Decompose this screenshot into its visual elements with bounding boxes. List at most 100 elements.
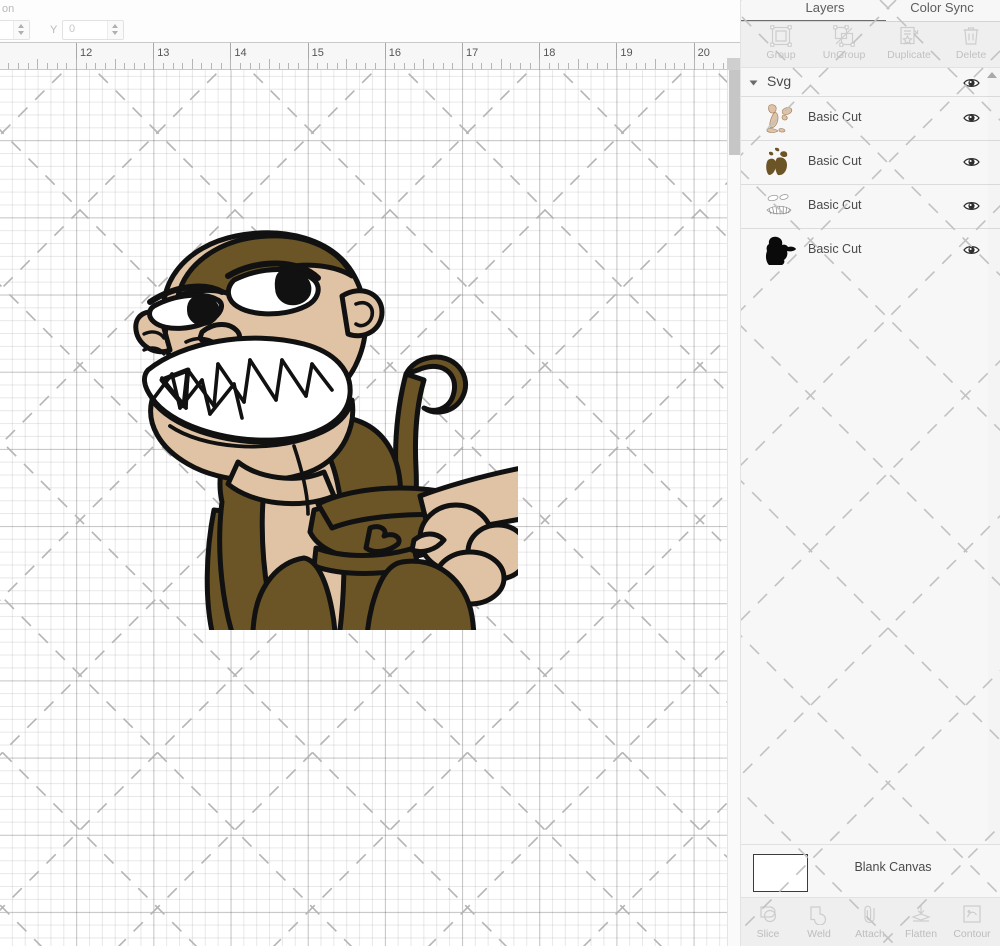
- ruler-minor-tick: [414, 63, 415, 69]
- layer-list[interactable]: Svg Basic Cut Basic Cut Basic Cut Basic …: [741, 68, 1000, 844]
- tab-color-sync[interactable]: Color Sync: [887, 0, 997, 15]
- ruler-minor-tick: [337, 63, 338, 69]
- layer-name: Basic Cut: [808, 198, 862, 212]
- eye-icon[interactable]: [963, 76, 980, 88]
- ungroup-icon: [812, 24, 876, 48]
- ruler-minor-tick: [8, 63, 9, 69]
- ruler-minor-tick: [472, 63, 473, 69]
- canvas-scrollbar-thumb[interactable]: [729, 70, 740, 155]
- weld-button[interactable]: Weld: [793, 902, 845, 940]
- ruler-label: 17: [466, 47, 479, 59]
- layer-row[interactable]: Basic Cut: [741, 228, 1000, 272]
- y-field[interactable]: 0: [62, 20, 124, 40]
- ruler-minor-tick: [66, 63, 67, 69]
- ruler-minor-tick: [694, 59, 695, 69]
- property-bar: on Y 0: [0, 0, 740, 42]
- ruler-minor-tick: [645, 63, 646, 69]
- ruler-label: 13: [157, 47, 170, 59]
- contour-button[interactable]: Contour: [946, 902, 998, 940]
- ruler-minor-tick: [76, 59, 77, 69]
- ruler-minor-tick: [423, 59, 424, 69]
- ruler-minor-tick: [636, 63, 637, 69]
- duplicate-button[interactable]: Duplicate: [877, 24, 941, 61]
- ruler-minor-tick: [616, 59, 617, 69]
- eye-icon[interactable]: [963, 155, 980, 167]
- ruler-minor-tick: [385, 59, 386, 69]
- eye-icon[interactable]: [963, 199, 980, 211]
- contour-icon: [946, 902, 998, 926]
- group-button[interactable]: Group: [749, 24, 813, 61]
- ruler-minor-tick: [182, 63, 183, 69]
- ruler-minor-tick: [57, 63, 58, 69]
- ruler-minor-tick: [163, 63, 164, 69]
- ruler-minor-tick: [201, 63, 202, 69]
- ruler-label: 18: [543, 47, 556, 59]
- flatten-button[interactable]: Flatten: [895, 902, 947, 940]
- ruler-minor-tick: [95, 63, 96, 69]
- flatten-label: Flatten: [904, 928, 938, 940]
- ruler-minor-tick: [250, 63, 251, 69]
- ruler-minor-tick: [520, 63, 521, 69]
- shape-operations-toolbar: Slice Weld Attach Flatten Contour: [741, 897, 1000, 946]
- eye-icon[interactable]: [963, 111, 980, 123]
- layer-row[interactable]: Basic Cut: [741, 184, 1000, 228]
- delete-button[interactable]: Delete: [939, 24, 1000, 61]
- outline-silhouette-thumb: [763, 234, 797, 268]
- layer-row[interactable]: Basic Cut: [741, 140, 1000, 184]
- canvas-vertical-scrollbar[interactable]: [727, 70, 740, 946]
- ruler-minor-tick: [298, 63, 299, 69]
- ruler-minor-tick: [597, 63, 598, 69]
- ruler-minor-tick: [221, 63, 222, 69]
- ruler-minor-tick: [558, 63, 559, 69]
- layer-group-row[interactable]: Svg: [741, 68, 1000, 96]
- ruler-minor-tick: [723, 63, 724, 69]
- tab-layers[interactable]: Layers: [765, 0, 885, 15]
- ruler-minor-tick: [549, 63, 550, 69]
- chevron-down-icon[interactable]: [749, 80, 758, 86]
- ruler-label: 12: [80, 47, 93, 59]
- ruler-minor-tick: [211, 63, 212, 69]
- ruler-minor-tick: [327, 63, 328, 69]
- ruler-minor-tick: [491, 63, 492, 69]
- x-stepper[interactable]: [13, 21, 29, 39]
- ruler-minor-tick: [626, 63, 627, 69]
- ruler-label: 16: [388, 47, 402, 59]
- ruler-minor-tick: [28, 63, 29, 69]
- layer-name: Basic Cut: [808, 242, 862, 256]
- ungroup-button[interactable]: UnGroup: [812, 24, 876, 61]
- ruler-minor-tick: [124, 63, 125, 69]
- panel-scrollbar[interactable]: [988, 68, 1000, 844]
- ruler-minor-tick: [433, 63, 434, 69]
- ruler-minor-tick: [481, 63, 482, 69]
- skin-parts-thumb: [763, 102, 797, 136]
- slice-button[interactable]: Slice: [742, 902, 794, 940]
- ruler-minor-tick: [703, 63, 704, 69]
- fur-parts-thumb: [763, 146, 797, 180]
- ruler-minor-tick: [153, 59, 154, 69]
- ruler-minor-tick: [501, 59, 502, 69]
- ruler-minor-tick: [346, 59, 347, 69]
- x-field[interactable]: [0, 20, 30, 40]
- design-canvas[interactable]: [0, 70, 727, 946]
- ruler-minor-tick: [356, 63, 357, 69]
- paperclip-icon: [844, 902, 896, 926]
- weld-label: Weld: [807, 928, 831, 940]
- layer-row[interactable]: Basic Cut: [741, 96, 1000, 140]
- layer-name: Basic Cut: [808, 154, 862, 168]
- ruler-minor-tick: [259, 63, 260, 69]
- eye-icon[interactable]: [963, 243, 980, 255]
- app-root: on Y 0 12131415161718192021: [0, 0, 1000, 946]
- canvas-area: on Y 0 12131415161718192021: [0, 0, 787, 946]
- canvas-layer-row[interactable]: Blank Canvas: [741, 844, 1000, 897]
- attach-button[interactable]: Attach: [844, 902, 896, 940]
- ruler-minor-tick: [655, 59, 656, 69]
- attach-label: Attach: [855, 928, 885, 940]
- scroll-up-arrow-icon[interactable]: [987, 72, 997, 78]
- group-icon: [749, 24, 813, 48]
- ruler-minor-tick: [462, 59, 463, 69]
- horizontal-ruler[interactable]: 12131415161718192021: [0, 42, 787, 71]
- trash-icon: [939, 24, 1000, 48]
- flatten-icon: [895, 902, 947, 926]
- ruler-minor-tick: [665, 63, 666, 69]
- y-stepper[interactable]: [107, 21, 123, 39]
